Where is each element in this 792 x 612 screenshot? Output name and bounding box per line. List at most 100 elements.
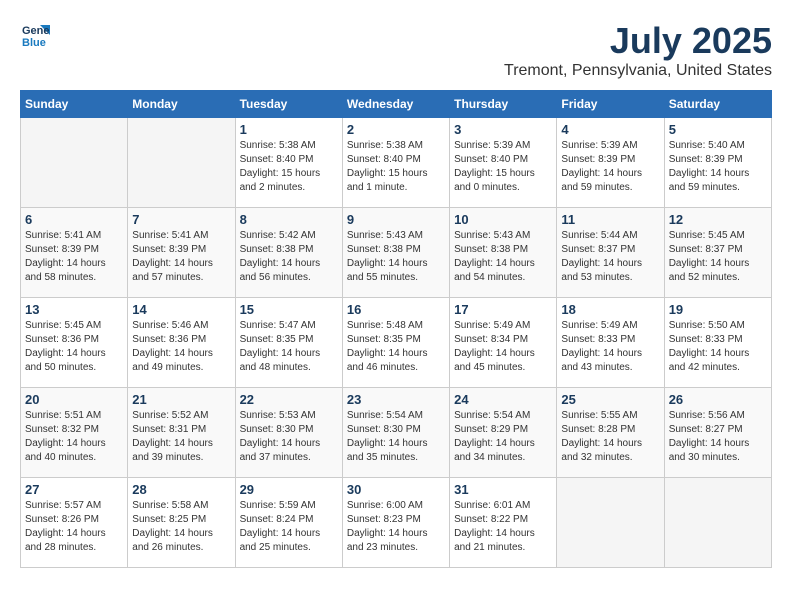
calendar-week-4: 20 Sunrise: 5:51 AM Sunset: 8:32 PM Dayli… [21,388,772,478]
weekday-header-wednesday: Wednesday [342,91,449,118]
calendar-cell: 7Sunrise: 5:41 AM Sunset: 8:39 PM Daylig… [128,208,235,298]
calendar-cell [557,478,664,568]
day-info: Sunrise: 5:49 AM Sunset: 8:34 PM Dayligh… [454,319,552,375]
calendar-week-1: 1 Sunrise: 5:38 AM Sunset: 8:40 PM Daylig… [21,118,772,208]
svg-text:Blue: Blue [22,37,46,49]
day-number: 18 [561,302,659,317]
calendar-cell: 21 Sunrise: 5:52 AM Sunset: 8:31 PM Dayli… [128,388,235,478]
svg-text:General: General [22,25,50,37]
day-number: 1 [240,122,338,137]
calendar-cell: 5Sunrise: 5:40 AM Sunset: 8:39 PM Daylig… [664,118,771,208]
day-number: 12 [669,212,767,227]
day-number: 6 [25,212,123,227]
calendar-cell [664,478,771,568]
weekday-header-sunday: Sunday [21,91,128,118]
calendar-week-5: 27Sunrise: 5:57 AM Sunset: 8:26 PM Dayli… [21,478,772,568]
day-info: Sunrise: 5:56 AM Sunset: 8:27 PM Dayligh… [669,409,767,465]
calendar-table: SundayMondayTuesdayWednesdayThursdayFrid… [20,90,772,568]
weekday-header-friday: Friday [557,91,664,118]
day-info: Sunrise: 5:54 AM Sunset: 8:30 PM Dayligh… [347,409,445,465]
day-number: 19 [669,302,767,317]
title-block: July 2025 Tremont, Pennsylvania, United … [504,20,772,80]
day-info: Sunrise: 5:53 AM Sunset: 8:30 PM Dayligh… [240,409,338,465]
day-number: 2 [347,122,445,137]
calendar-cell [128,118,235,208]
calendar-cell: 31Sunrise: 6:01 AM Sunset: 8:22 PM Dayli… [450,478,557,568]
day-number: 3 [454,122,552,137]
calendar-cell: 29 Sunrise: 5:59 AM Sunset: 8:24 PM Dayli… [235,478,342,568]
calendar-cell: 17 Sunrise: 5:49 AM Sunset: 8:34 PM Dayli… [450,298,557,388]
day-info: Sunrise: 5:55 AM Sunset: 8:28 PM Dayligh… [561,409,659,465]
day-info: Sunrise: 6:00 AM Sunset: 8:23 PM Dayligh… [347,499,445,555]
calendar-cell: 24 Sunrise: 5:54 AM Sunset: 8:29 PM Dayli… [450,388,557,478]
calendar-cell: 6 Sunrise: 5:41 AM Sunset: 8:39 PM Daylig… [21,208,128,298]
calendar-cell: 8 Sunrise: 5:42 AM Sunset: 8:38 PM Daylig… [235,208,342,298]
calendar-cell: 20 Sunrise: 5:51 AM Sunset: 8:32 PM Dayli… [21,388,128,478]
day-info: Sunrise: 5:39 AM Sunset: 8:40 PM Dayligh… [454,139,552,195]
day-number: 8 [240,212,338,227]
day-number: 9 [347,212,445,227]
day-number: 17 [454,302,552,317]
page-header: General Blue July 2025 Tremont, Pennsylv… [20,20,772,80]
day-info: Sunrise: 5:47 AM Sunset: 8:35 PM Dayligh… [240,319,338,375]
calendar-cell: 4 Sunrise: 5:39 AM Sunset: 8:39 PM Daylig… [557,118,664,208]
weekday-header-saturday: Saturday [664,91,771,118]
day-info: Sunrise: 5:45 AM Sunset: 8:37 PM Dayligh… [669,229,767,285]
day-info: Sunrise: 5:41 AM Sunset: 8:39 PM Dayligh… [25,229,123,285]
day-number: 11 [561,212,659,227]
logo-icon: General Blue [20,20,50,50]
day-info: Sunrise: 5:58 AM Sunset: 8:25 PM Dayligh… [132,499,230,555]
day-number: 20 [25,392,123,407]
day-info: Sunrise: 5:44 AM Sunset: 8:37 PM Dayligh… [561,229,659,285]
weekday-header-tuesday: Tuesday [235,91,342,118]
day-number: 22 [240,392,338,407]
day-number: 16 [347,302,445,317]
calendar-cell: 3 Sunrise: 5:39 AM Sunset: 8:40 PM Daylig… [450,118,557,208]
day-info: Sunrise: 5:59 AM Sunset: 8:24 PM Dayligh… [240,499,338,555]
day-number: 4 [561,122,659,137]
month-title: July 2025 [504,20,772,62]
logo: General Blue [20,20,54,50]
calendar-cell: 1Sunrise: 5:38 AM Sunset: 8:40 PM Daylig… [235,118,342,208]
calendar-cell: 9 Sunrise: 5:43 AM Sunset: 8:38 PM Daylig… [342,208,449,298]
calendar-cell: 26Sunrise: 5:56 AM Sunset: 8:27 PM Dayli… [664,388,771,478]
day-info: Sunrise: 5:46 AM Sunset: 8:36 PM Dayligh… [132,319,230,375]
day-number: 23 [347,392,445,407]
calendar-cell: 18Sunrise: 5:49 AM Sunset: 8:33 PM Dayli… [557,298,664,388]
day-number: 15 [240,302,338,317]
day-number: 24 [454,392,552,407]
calendar-cell: 22 Sunrise: 5:53 AM Sunset: 8:30 PM Dayli… [235,388,342,478]
weekday-header-monday: Monday [128,91,235,118]
calendar-cell: 11 Sunrise: 5:44 AM Sunset: 8:37 PM Dayli… [557,208,664,298]
day-info: Sunrise: 5:42 AM Sunset: 8:38 PM Dayligh… [240,229,338,285]
calendar-week-3: 13Sunrise: 5:45 AM Sunset: 8:36 PM Dayli… [21,298,772,388]
day-info: Sunrise: 5:50 AM Sunset: 8:33 PM Dayligh… [669,319,767,375]
calendar-cell [21,118,128,208]
day-info: Sunrise: 5:43 AM Sunset: 8:38 PM Dayligh… [347,229,445,285]
day-number: 10 [454,212,552,227]
calendar-cell: 13Sunrise: 5:45 AM Sunset: 8:36 PM Dayli… [21,298,128,388]
calendar-cell: 10Sunrise: 5:43 AM Sunset: 8:38 PM Dayli… [450,208,557,298]
location: Tremont, Pennsylvania, United States [504,62,772,80]
calendar-cell: 19 Sunrise: 5:50 AM Sunset: 8:33 PM Dayli… [664,298,771,388]
day-info: Sunrise: 5:48 AM Sunset: 8:35 PM Dayligh… [347,319,445,375]
calendar-cell: 12 Sunrise: 5:45 AM Sunset: 8:37 PM Dayli… [664,208,771,298]
day-number: 13 [25,302,123,317]
calendar-cell: 14Sunrise: 5:46 AM Sunset: 8:36 PM Dayli… [128,298,235,388]
calendar-cell: 25Sunrise: 5:55 AM Sunset: 8:28 PM Dayli… [557,388,664,478]
weekday-header-thursday: Thursday [450,91,557,118]
calendar-cell: 2 Sunrise: 5:38 AM Sunset: 8:40 PM Daylig… [342,118,449,208]
day-info: Sunrise: 5:51 AM Sunset: 8:32 PM Dayligh… [25,409,123,465]
day-info: Sunrise: 5:39 AM Sunset: 8:39 PM Dayligh… [561,139,659,195]
calendar-cell: 28 Sunrise: 5:58 AM Sunset: 8:25 PM Dayli… [128,478,235,568]
day-number: 31 [454,482,552,497]
day-number: 21 [132,392,230,407]
day-info: Sunrise: 5:52 AM Sunset: 8:31 PM Dayligh… [132,409,230,465]
calendar-cell: 30Sunrise: 6:00 AM Sunset: 8:23 PM Dayli… [342,478,449,568]
day-number: 29 [240,482,338,497]
day-info: Sunrise: 5:38 AM Sunset: 8:40 PM Dayligh… [347,139,445,195]
day-info: Sunrise: 5:41 AM Sunset: 8:39 PM Dayligh… [132,229,230,285]
day-number: 28 [132,482,230,497]
day-info: Sunrise: 5:57 AM Sunset: 8:26 PM Dayligh… [25,499,123,555]
day-info: Sunrise: 5:54 AM Sunset: 8:29 PM Dayligh… [454,409,552,465]
